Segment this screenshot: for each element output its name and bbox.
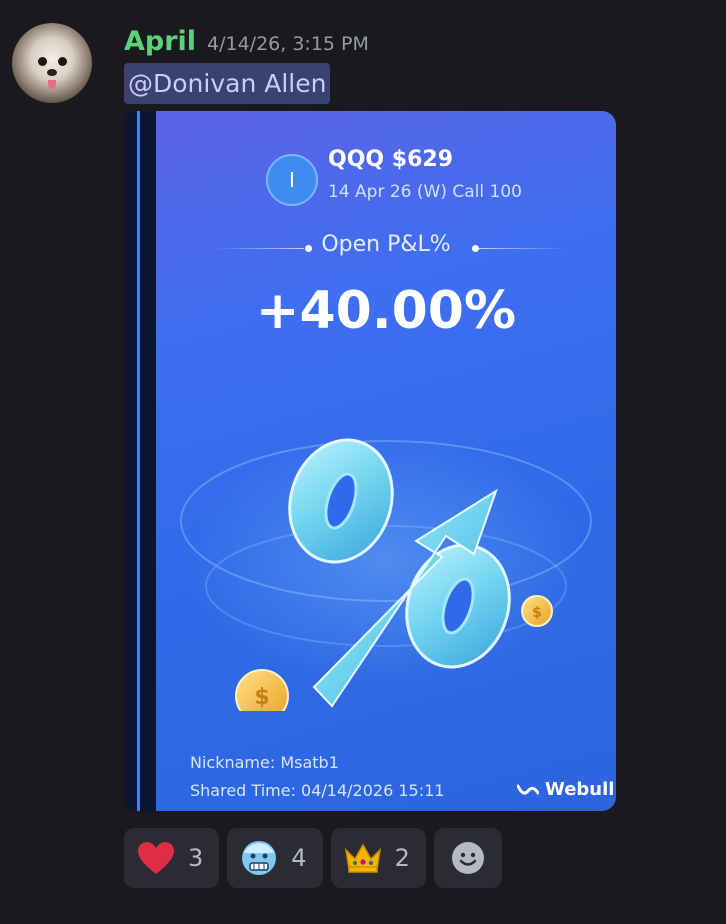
avatar-tongue (48, 80, 56, 89)
user-mention[interactable]: @Donivan Allen (124, 63, 331, 104)
percent-arrow-illustration: $ $ (180, 438, 592, 711)
brand-name: Webull (545, 779, 615, 800)
message-timestamp: 4/14/26, 3:15 PM (207, 33, 369, 55)
smiley-icon (448, 838, 488, 878)
reaction-count: 4 (291, 844, 307, 872)
webull-logo: Webull (517, 779, 614, 800)
avatar-eye (38, 57, 47, 66)
avatar-eye (58, 57, 67, 66)
reaction-crown[interactable]: 2 (330, 828, 426, 888)
ticker-badge: I (266, 154, 318, 206)
crown-icon (343, 838, 383, 878)
reaction-count: 3 (188, 844, 204, 872)
svg-text:$: $ (532, 605, 542, 621)
embed-edge (137, 111, 140, 811)
message-author[interactable]: April (124, 26, 196, 57)
reaction-bar: 3 4 2 (124, 828, 502, 888)
pnl-share-card: I QQQ $629 14 Apr 26 (W) Call 100 Open P… (156, 111, 616, 811)
webull-wave-icon (517, 784, 539, 795)
freezing-face-icon (239, 838, 279, 878)
heart-icon (136, 838, 176, 878)
reaction-count: 2 (394, 844, 410, 872)
reaction-heart[interactable]: 3 (124, 828, 220, 888)
shared-time: Shared Time: 04/14/2026 15:11 (190, 781, 445, 800)
image-attachment[interactable]: I QQQ $629 14 Apr 26 (W) Call 100 Open P… (124, 111, 616, 811)
ticker-price: QQQ $629 (328, 147, 453, 172)
divider-line (478, 248, 568, 249)
add-reaction-button[interactable] (433, 828, 502, 888)
option-contract: 14 Apr 26 (W) Call 100 (328, 182, 522, 202)
svg-text:$: $ (254, 685, 269, 710)
reaction-freezing[interactable]: 4 (227, 828, 323, 888)
pnl-value: +40.00% (255, 281, 517, 341)
avatar-nose (47, 69, 57, 76)
avatar[interactable] (12, 23, 92, 103)
pnl-label: Open P&L% (321, 232, 451, 257)
nickname: Nickname: Msatb1 (190, 753, 339, 772)
